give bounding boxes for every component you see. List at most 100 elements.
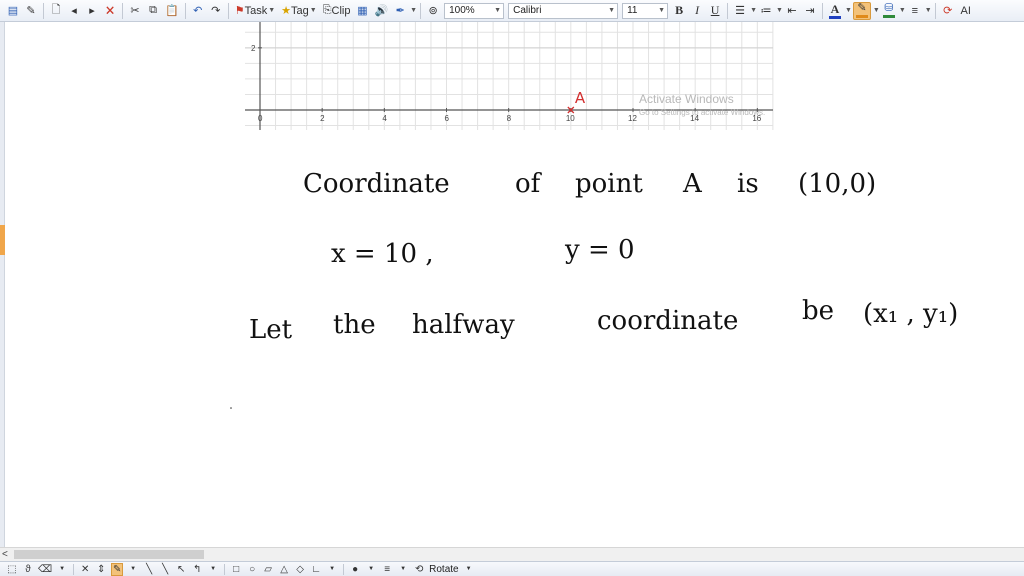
chevron-down-icon: ▼ [268,7,276,14]
x-tick-label: 4 [382,114,387,123]
note-word: of [515,169,543,199]
bullet-list-icon[interactable]: ☰ [732,2,748,20]
handwriting-line-1: Coordinate of point A is (10,0) [303,169,876,199]
chevron-down-icon[interactable]: ▼ [365,563,377,576]
note-canvas[interactable]: 0 2 4 6 8 10 12 14 16 2 A Coordinate of point A is… [5,22,1024,547]
chevron-down-icon[interactable]: ▼ [925,7,932,14]
chevron-down-icon[interactable]: ▼ [750,7,757,14]
note-word: the [333,310,376,340]
rectangle-icon[interactable]: □ [230,563,242,576]
font-size-select[interactable]: 11 ▼ [622,2,669,19]
color-palette-icon[interactable]: ● [349,563,361,576]
point-a-label: A [575,89,586,107]
task-button[interactable]: ⚑ Task ▼ [233,2,277,20]
cut-icon[interactable]: ✂ [127,2,143,20]
paint-bucket-icon: ⛁ [884,2,894,14]
eraser-icon[interactable]: ⌫ [38,563,52,576]
chevron-down-icon[interactable]: ▼ [845,7,852,14]
pen-settings-icon[interactable]: ✎ [23,2,39,20]
font-color-button[interactable]: A [827,2,843,20]
chevron-down-icon[interactable]: ▼ [326,563,338,576]
arrow-tool-icon[interactable]: ↖ [175,563,187,576]
italic-button[interactable]: I [689,2,705,20]
clip-icon: ⎘ [322,4,332,16]
chevron-down-icon: ▼ [658,7,666,14]
bold-button[interactable]: B [671,2,687,20]
zoom-icon[interactable]: ⊚ [425,2,441,20]
tag-button[interactable]: ★ Tag ▼ [279,2,319,20]
delete-page-icon[interactable]: 🗙 [102,2,118,20]
new-page-icon[interactable]: 🗋 [48,2,64,20]
line-style-icon[interactable]: ≡ [907,2,923,20]
note-word: Coordinate [303,169,450,199]
watermark-title: Activate Windows [639,92,734,106]
delete-ink-icon[interactable]: ✕ [79,563,91,576]
font-name-value: Calibri [513,5,542,16]
font-name-select[interactable]: Calibri ▼ [508,2,619,19]
note-word: is [737,169,759,199]
increase-indent-icon[interactable]: ⇥ [802,2,818,20]
table-icon[interactable]: ▦ [354,2,370,20]
x-tick-label: 6 [445,114,450,123]
undo-icon[interactable]: ↶ [190,2,206,20]
chevron-down-icon[interactable]: ▼ [463,563,475,576]
select-icon[interactable]: ⬚ [6,563,18,576]
chevron-down-icon[interactable]: ▼ [776,7,783,14]
drawing-toolbar: ⬚ ϑ ⌫ ▼ ✕ ⇕ ✎ ▼ ╲ ╲ ↖ ↰ ▼ □ ○ ▱ △ ◇ ∟ ▼ … [0,561,1024,576]
note-equation-y: y = 0 [564,235,635,265]
app-menu-icon[interactable]: ▤ [5,2,21,20]
chevron-down-icon[interactable]: ▼ [397,563,409,576]
note-word: (x₁ , y₁) [863,299,958,329]
line-tool-alt-icon[interactable]: ╲ [159,563,171,576]
note-word: halfway [412,310,515,340]
next-page-icon[interactable]: ▸ [84,2,100,20]
toolbar-divider [73,563,75,575]
axis-shape-icon[interactable]: ∟ [310,563,322,576]
line-tool-icon[interactable]: ╲ [143,563,155,576]
fill-color-swatch [882,15,895,18]
redo-icon[interactable]: ↷ [208,2,224,20]
ellipse-icon[interactable]: ○ [246,563,258,576]
pen-tool-icon[interactable]: ✎ [111,562,124,576]
fill-color-button[interactable]: ⛁ [881,2,897,20]
zoom-select[interactable]: 100% ▼ [444,2,505,19]
copy-icon[interactable]: ⧉ [145,2,161,20]
toolbar-divider [122,2,123,19]
scrollbar-thumb[interactable] [14,550,204,559]
triangle-icon[interactable]: △ [278,563,290,576]
chevron-down-icon[interactable]: ▼ [410,7,417,14]
handwriting-line-2: x = 10 , y = 0 [331,235,635,269]
parallelogram-icon[interactable]: ▱ [262,563,274,576]
font-color-label: A [830,1,840,16]
note-word: (10,0) [798,169,876,199]
note-equation-x: x = 10 , [331,239,434,269]
handwriting-line-3: Let the halfway coordinate be (x₁ , y₁) [249,296,958,345]
lasso-select-icon[interactable]: ϑ [22,563,34,576]
rotate-button[interactable]: Rotate [427,564,460,575]
chevron-down-icon[interactable]: ▼ [899,7,906,14]
text-effect-button[interactable]: AI [958,2,974,20]
note-word: be [802,296,834,326]
note-word: point [575,169,643,199]
numbered-list-icon[interactable]: ≔ [758,2,774,20]
paste-icon[interactable]: 📋 [163,2,181,20]
chevron-down-icon[interactable]: ▼ [873,7,880,14]
chevron-down-icon[interactable]: ▼ [56,563,68,576]
audio-icon[interactable]: 🔊 [372,2,390,20]
diamond-icon[interactable]: ◇ [294,563,306,576]
underline-button[interactable]: U [707,2,723,20]
pen-icon[interactable]: ✒ [392,2,408,20]
line-width-icon[interactable]: ≡ [381,563,393,576]
rotate-icon[interactable]: ⟲ [413,563,425,576]
connector-icon[interactable]: ↰ [191,563,203,576]
horizontal-scrollbar[interactable]: < [0,547,1024,561]
clip-button[interactable]: ⎘ Clip [321,2,353,20]
insert-space-icon[interactable]: ⇕ [95,563,107,576]
highlighter-button[interactable]: ✎ [852,1,871,20]
decrease-indent-icon[interactable]: ⇤ [784,2,800,20]
lasso-icon[interactable]: ⟳ [940,2,956,20]
scroll-left-arrow[interactable]: < [2,548,8,561]
previous-page-icon[interactable]: ◂ [66,2,82,20]
chevron-down-icon[interactable]: ▼ [127,563,139,576]
chevron-down-icon[interactable]: ▼ [207,563,219,576]
